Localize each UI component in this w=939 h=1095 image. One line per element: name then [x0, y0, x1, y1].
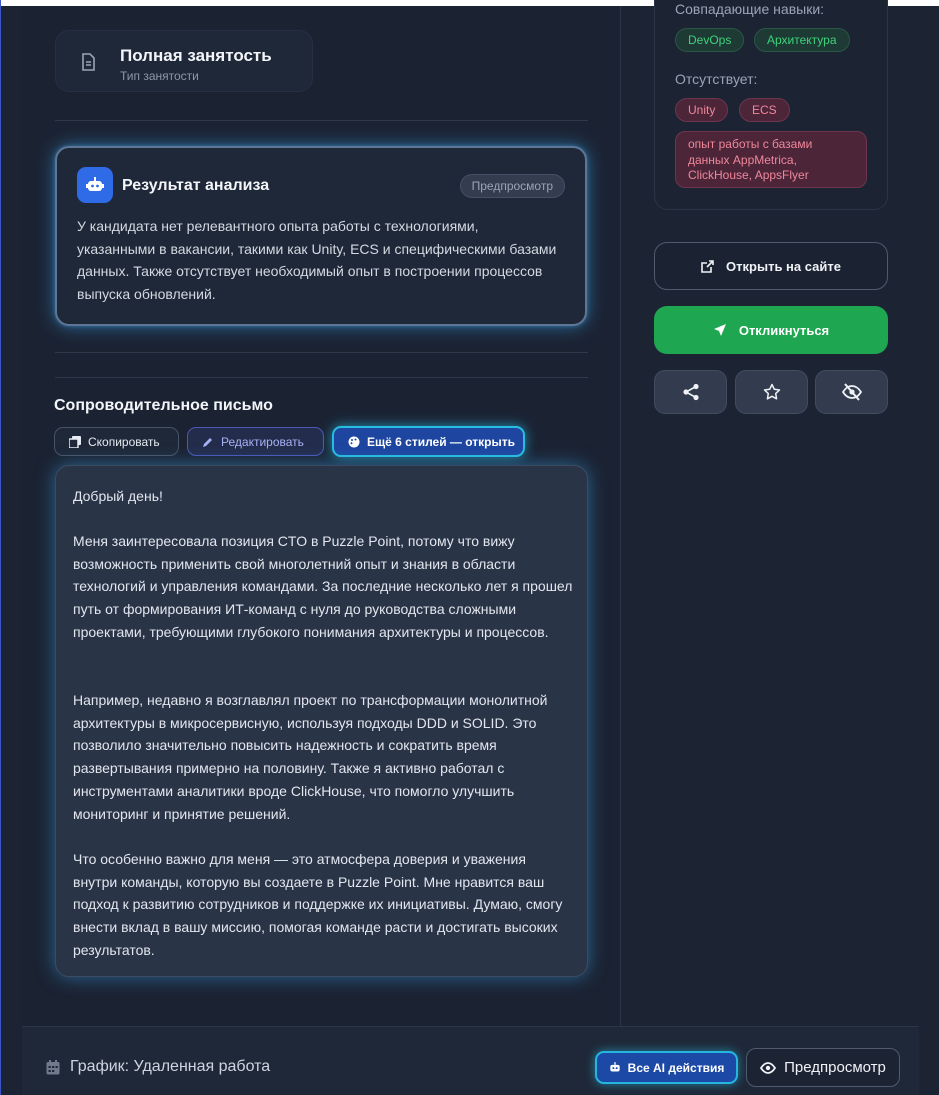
divider	[55, 377, 588, 378]
analysis-card: Результат анализа Предпросмотр У кандида…	[55, 146, 587, 326]
robot-icon	[609, 1062, 621, 1073]
skill-chip: Архитектура	[754, 28, 850, 52]
letter-paragraph: Что особенно важно для меня — это атмосф…	[73, 851, 563, 958]
employment-subtitle: Тип занятости	[120, 69, 199, 83]
open-on-site-label: Открыть на сайте	[726, 258, 841, 274]
employment-title: Полная занятость	[120, 46, 272, 65]
external-link-icon	[701, 259, 714, 273]
divider	[55, 352, 588, 353]
preview-button[interactable]: Предпросмотр	[746, 1048, 900, 1087]
document-icon	[80, 53, 96, 71]
matching-skills-label: Совпадающие навыки:	[675, 1, 825, 17]
eye-off-icon	[841, 383, 862, 401]
favorite-button[interactable]	[735, 370, 808, 414]
skill-chip: DevOps	[675, 28, 745, 52]
letter-paragraph: Добрый день!	[73, 488, 163, 504]
schedule-info: График: Удаленная работа	[46, 1058, 270, 1076]
copy-label: Скопировать	[88, 434, 160, 449]
edit-button[interactable]: Редактировать	[187, 427, 324, 456]
hide-button[interactable]	[815, 370, 888, 414]
send-icon	[713, 323, 727, 337]
analysis-title: Результат анализа	[122, 177, 270, 194]
apply-button[interactable]: Откликнуться	[654, 306, 888, 354]
copy-button[interactable]: Скопировать	[54, 427, 179, 456]
cover-letter-heading: Сопроводительное письмо	[54, 397, 273, 414]
employment-card: Полная занятость Тип занятости	[55, 30, 313, 92]
missing-chip: ECS	[739, 98, 790, 122]
star-icon	[763, 383, 781, 401]
preview-label: Предпросмотр	[784, 1059, 886, 1076]
missing-chip: опыт работы с базами данных AppMetrica, …	[675, 131, 867, 188]
edit-label: Редактировать	[221, 434, 304, 449]
open-on-site-button[interactable]: Открыть на сайте	[654, 242, 888, 290]
all-ai-actions-button[interactable]: Все AI действия	[595, 1051, 738, 1084]
preview-badge: Предпросмотр	[459, 174, 565, 198]
schedule-label: График: Удаленная работа	[70, 1058, 271, 1075]
divider	[55, 120, 588, 121]
letter-paragraph: Меня заинтересовала позиция CTO в Puzzle…	[73, 533, 573, 640]
share-button[interactable]	[654, 370, 727, 414]
all-ai-actions-label: Все AI действия	[627, 1060, 725, 1075]
calendar-icon	[46, 1059, 60, 1075]
eye-icon	[760, 1061, 777, 1074]
pencil-icon	[202, 436, 214, 448]
robot-icon	[77, 167, 113, 203]
missing-skills-label: Отсутствует:	[675, 71, 758, 87]
apply-label: Откликнуться	[738, 322, 830, 338]
missing-chip: Unity	[675, 98, 729, 122]
more-styles-button[interactable]: Ещё 6 стилей — открыть	[332, 426, 525, 457]
palette-icon	[348, 436, 360, 448]
left-edge	[0, 0, 1, 1095]
analysis-text: У кандидата нет релевантного опыта работ…	[77, 218, 557, 303]
letter-paragraph: Например, недавно я возглавлял проект по…	[73, 692, 548, 822]
cover-letter-body: Добрый день! Меня заинтересовала позиция…	[55, 465, 588, 977]
more-styles-label: Ещё 6 стилей — открыть	[367, 434, 516, 449]
share-icon	[682, 383, 700, 401]
copy-icon	[69, 435, 81, 448]
